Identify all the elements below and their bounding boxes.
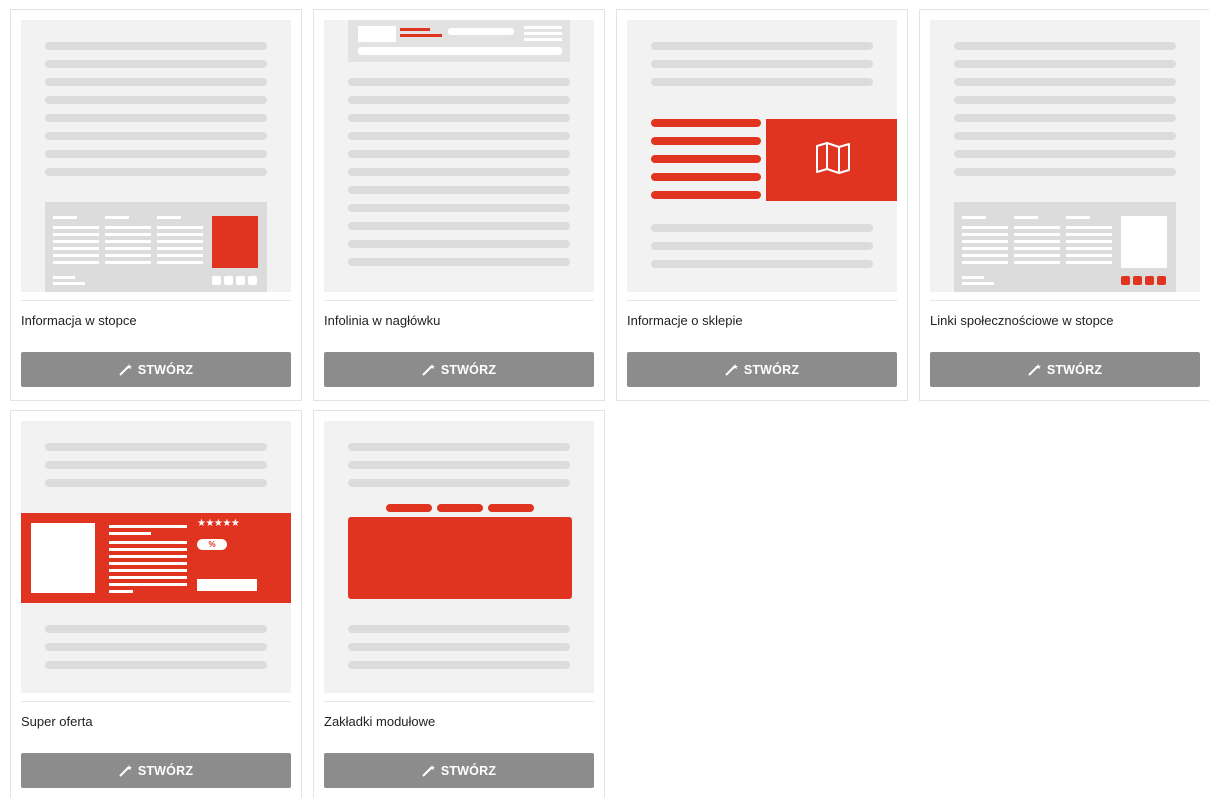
template-preview: ★★★★★ % (21, 421, 291, 693)
divider (324, 300, 594, 301)
magic-wand-icon (1028, 363, 1042, 376)
create-button[interactable]: STWÓRZ (21, 352, 291, 387)
create-button[interactable]: STWÓRZ (324, 352, 594, 387)
template-title: Linki społecznościowe w stopce (930, 313, 1114, 328)
template-card-header-hotline: Infolinia w nagłówku STWÓRZ (313, 9, 605, 401)
divider (21, 701, 291, 702)
create-button-label: STWÓRZ (137, 763, 194, 778)
magic-wand-icon (725, 363, 739, 376)
template-title: Informacja w stopce (21, 313, 137, 328)
template-title: Infolinia w nagłówku (324, 313, 441, 328)
create-button[interactable]: STWÓRZ (21, 753, 291, 788)
create-button-label: STWÓRZ (1046, 362, 1103, 377)
template-title: Zakładki modułowe (324, 714, 436, 729)
magic-wand-icon (119, 764, 133, 777)
template-preview (930, 20, 1200, 292)
divider (627, 300, 897, 301)
rating-stars: ★★★★★ (197, 518, 240, 529)
template-preview (627, 20, 897, 292)
magic-wand-icon (422, 764, 436, 777)
map-icon (815, 141, 851, 180)
create-button-label: STWÓRZ (743, 362, 800, 377)
magic-wand-icon (422, 363, 436, 376)
template-card-store-info: Informacje o sklepie STWÓRZ (616, 9, 908, 401)
template-preview (324, 20, 594, 292)
create-button[interactable]: STWÓRZ (324, 753, 594, 788)
template-card-super-offer: ★★★★★ % Super oferta STWÓRZ (10, 410, 302, 798)
template-title: Super oferta (21, 714, 93, 729)
template-title: Informacje o sklepie (627, 313, 743, 328)
discount-badge: % (197, 539, 227, 550)
create-button[interactable]: STWÓRZ (930, 352, 1200, 387)
template-card-footer-info: Informacja w stopce STWÓRZ (10, 9, 302, 401)
divider (21, 300, 291, 301)
template-card-footer-social-links: Linki społecznościowe w stopce STWÓRZ (919, 9, 1209, 401)
template-card-module-tabs: Zakładki modułowe STWÓRZ (313, 410, 605, 798)
divider (930, 300, 1200, 301)
magic-wand-icon (119, 363, 133, 376)
create-button-label: STWÓRZ (440, 763, 497, 778)
create-button-label: STWÓRZ (440, 362, 497, 377)
create-button[interactable]: STWÓRZ (627, 352, 897, 387)
template-preview (21, 20, 291, 292)
create-button-label: STWÓRZ (137, 362, 194, 377)
template-preview (324, 421, 594, 693)
divider (324, 701, 594, 702)
